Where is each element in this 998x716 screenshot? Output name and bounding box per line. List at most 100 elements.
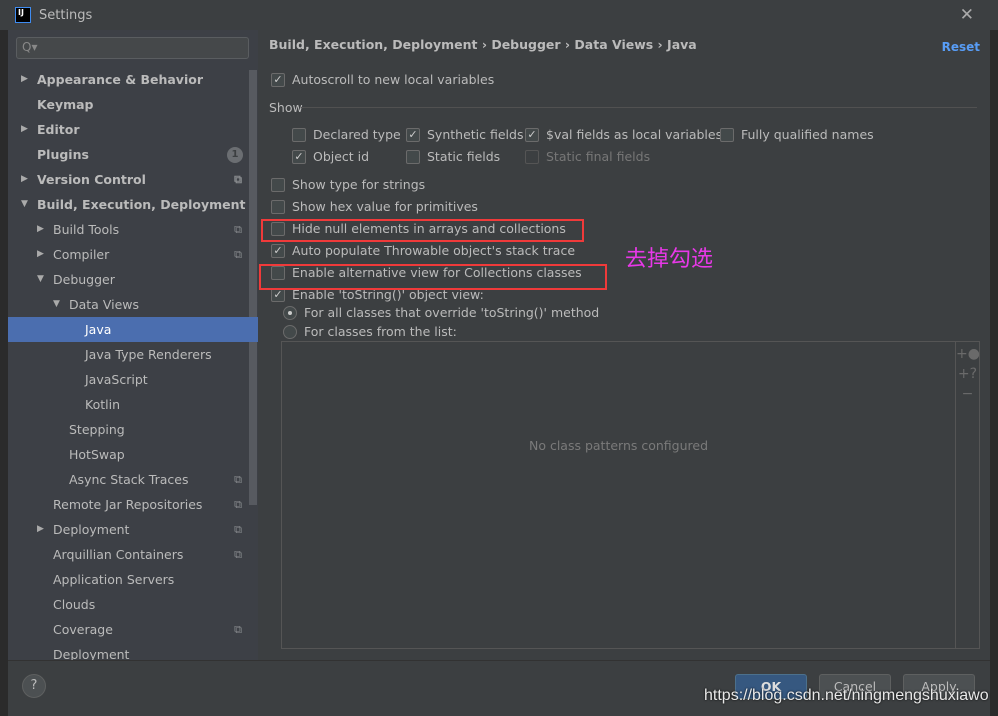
sidebar-item-debugger[interactable]: ▼ Debugger [8,267,258,292]
project-level-icon: ⧉ [234,173,242,186]
radio-circle [283,305,297,320]
checkbox-box [271,177,285,192]
project-level-icon: ⧉ [234,223,242,236]
sidebar-item-arquillian-containers[interactable]: Arquillian Containers ⧉ [8,542,258,567]
checkbox-label: Static fields [427,149,501,164]
checkbox-label: Fully qualified names [741,127,874,142]
type-strings-checkbox[interactable]: Show type for strings [271,177,425,192]
sidebar-item-appearance-behavior[interactable]: ▶ Appearance & Behavior [8,67,258,92]
sidebar-item-editor[interactable]: ▶ Editor [8,117,258,142]
sidebar-item-coverage[interactable]: Coverage ⧉ [8,617,258,642]
checkmark-icon: ✓ [271,72,285,87]
synthetic-checkbox[interactable]: ✓ Synthetic fields [406,127,523,142]
expand-arrow-icon[interactable]: ▶ [21,67,28,92]
fq-names-checkbox[interactable]: Fully qualified names [720,127,874,142]
sidebar-item-compiler[interactable]: ▶ Compiler ⧉ [8,242,258,267]
hex-checkbox[interactable]: Show hex value for primitives [271,199,478,214]
expand-arrow-icon[interactable]: ▶ [21,167,28,192]
class-patterns-list[interactable]: No class patterns configured +● +? − [281,341,980,649]
val-fields-checkbox[interactable]: ✓ $val fields as local variables [525,127,722,142]
checkbox-label: Auto populate Throwable object's stack t… [292,243,576,258]
sidebar-item-label: Editor [37,122,80,137]
project-level-icon: ⧉ [234,248,242,261]
sidebar-item-javascript[interactable]: JavaScript [8,367,258,392]
checkbox-label: Static final fields [546,149,651,164]
expand-arrow-icon[interactable]: ▶ [37,242,44,267]
radio-circle [283,324,297,339]
sidebar-item-label: Clouds [53,597,96,612]
sidebar-item-label: Async Stack Traces [69,472,189,487]
sidebar-item-label: Version Control [37,172,146,187]
sidebar-item-kotlin[interactable]: Kotlin [8,392,258,417]
radio-all-radio[interactable]: For all classes that override 'toString(… [283,305,599,320]
sidebar-item-label: Application Servers [53,572,175,587]
expand-arrow-icon[interactable]: ▶ [37,517,44,542]
sidebar-item-build-execution-deployment[interactable]: ▼ Build, Execution, Deployment [8,192,258,217]
sidebar-item-label: HotSwap [69,447,125,462]
highlight-box-hide-null [261,219,584,242]
radio-label: For all classes that override 'toString(… [304,305,600,320]
show-section-label: Show [269,100,303,115]
sidebar-item-plugins[interactable]: Plugins 1 [8,142,258,167]
checkbox-box [271,199,285,214]
project-level-icon: ⧉ [234,473,242,486]
static-fields-checkbox[interactable]: Static fields [406,149,500,164]
collapse-arrow-icon[interactable]: ▼ [21,192,28,217]
checkbox-label: Autoscroll to new local variables [292,72,495,87]
radio-label: For classes from the list: [304,324,457,339]
sidebar-item-async-stack-traces[interactable]: Async Stack Traces ⧉ [8,467,258,492]
sidebar-item-java[interactable]: Java [8,317,258,342]
sidebar-item-java-type-renderers[interactable]: Java Type Renderers [8,342,258,367]
checkbox-box [406,149,420,164]
collapse-arrow-icon[interactable]: ▼ [53,292,60,317]
sidebar-item-deployment[interactable]: ▶ Deployment ⧉ [8,517,258,542]
expand-arrow-icon[interactable]: ▶ [21,117,28,142]
reset-link[interactable]: Reset [942,40,980,54]
sidebar-item-data-views[interactable]: ▼ Data Views [8,292,258,317]
sidebar-item-keymap[interactable]: Keymap [8,92,258,117]
settings-sidebar: Q▾ ▶ Appearance & Behavior Keymap ▶ Editor Pl… [8,30,258,662]
sidebar-item-build-tools[interactable]: ▶ Build Tools ⧉ [8,217,258,242]
sidebar-item-stepping[interactable]: Stepping [8,417,258,442]
settings-content: Build, Execution, Deployment › Debugger … [258,30,990,660]
sidebar-item-remote-jar-repositories[interactable]: Remote Jar Repositories ⧉ [8,492,258,517]
declared-type-checkbox[interactable]: Declared type [292,127,401,142]
expand-arrow-icon[interactable]: ▶ [37,217,44,242]
checkbox-label: Show hex value for primitives [292,199,478,214]
sidebar-item-application-servers[interactable]: Application Servers [8,567,258,592]
project-level-icon: ⧉ [234,498,242,511]
sidebar-item-label: Plugins [37,147,89,162]
object-id-checkbox[interactable]: ✓ Object id [292,149,369,164]
sidebar-item-clouds[interactable]: Clouds [8,592,258,617]
close-icon[interactable]: ✕ [960,5,974,25]
search-input[interactable]: Q▾ [16,37,249,59]
checkmark-icon: ✓ [271,243,285,258]
throwable-checkbox[interactable]: ✓ Auto populate Throwable object's stack … [271,243,575,258]
window-title: Settings [39,7,93,23]
collapse-arrow-icon[interactable]: ▼ [37,267,44,292]
checkmark-icon: ✓ [525,127,539,142]
checkbox-box [720,127,734,142]
empty-list-text: No class patterns configured [528,438,709,453]
add-pattern-icon[interactable]: +● [956,346,980,362]
highlight-box-alt-view [259,264,607,290]
autoscroll-checkbox[interactable]: ✓ Autoscroll to new local variables [271,72,494,87]
sidebar-item-hotswap[interactable]: HotSwap [8,442,258,467]
sidebar-item-label: Coverage [53,622,113,637]
sidebar-item-label: Remote Jar Repositories [53,497,203,512]
checkbox-label: Object id [313,149,370,164]
sidebar-item-label: Stepping [69,422,125,437]
sidebar-item-label: Build, Execution, Deployment [37,197,246,212]
radio-list-radio[interactable]: For classes from the list: [283,324,457,339]
sidebar-item-label: JavaScript [85,372,148,387]
sidebar-item-label: Java Type Renderers [85,347,212,362]
static-final-checkbox[interactable]: Static final fields [525,149,650,164]
remove-pattern-icon[interactable]: − [956,386,979,402]
help-button[interactable]: ? [22,674,46,698]
sidebar-item-version-control[interactable]: ▶ Version Control ⧉ [8,167,258,192]
project-level-icon: ⧉ [234,523,242,536]
project-level-icon: ⧉ [234,548,242,561]
intellij-logo: IJ [15,7,31,23]
sidebar-item-label: Compiler [53,247,110,262]
add-pattern-help-icon[interactable]: +? [956,366,979,382]
